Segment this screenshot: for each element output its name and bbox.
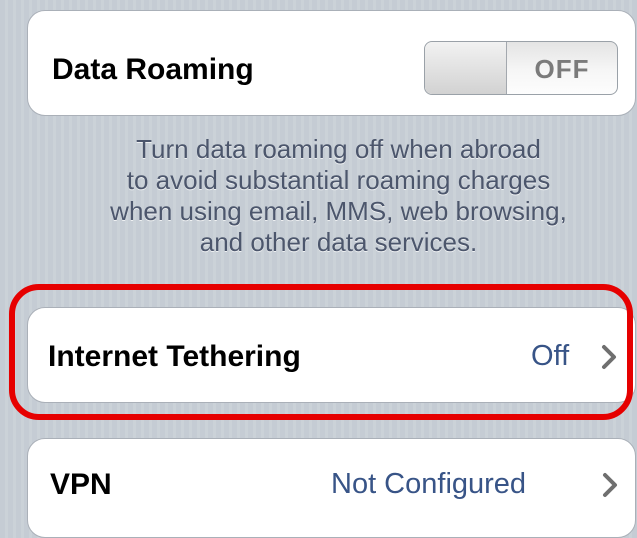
data-roaming-footer: Turn data roaming off when abroad to avo… xyxy=(40,134,637,258)
vpn-value: Not Configured xyxy=(331,468,527,500)
data-roaming-label: Data Roaming xyxy=(52,53,254,86)
vpn-row[interactable]: VPN Not Configured xyxy=(27,438,636,538)
chevron-right-icon xyxy=(601,472,619,498)
footer-line: Turn data roaming off when abroad xyxy=(136,134,541,164)
toggle-knob[interactable] xyxy=(425,42,507,94)
footer-line: and other data services. xyxy=(199,227,478,257)
footer-line: when using email, MMS, web browsing, xyxy=(110,196,567,226)
chevron-right-icon xyxy=(600,344,618,370)
data-roaming-toggle[interactable]: OFF xyxy=(424,41,618,95)
internet-tethering-value: Off xyxy=(531,340,570,372)
data-roaming-row: Data Roaming OFF xyxy=(27,10,636,116)
internet-tethering-row[interactable]: Internet Tethering Off xyxy=(27,307,636,403)
footer-line: to avoid substantial roaming charges xyxy=(126,165,551,195)
toggle-state-label: OFF xyxy=(534,54,590,84)
internet-tethering-label: Internet Tethering xyxy=(48,340,301,373)
vpn-label: VPN xyxy=(50,468,112,501)
